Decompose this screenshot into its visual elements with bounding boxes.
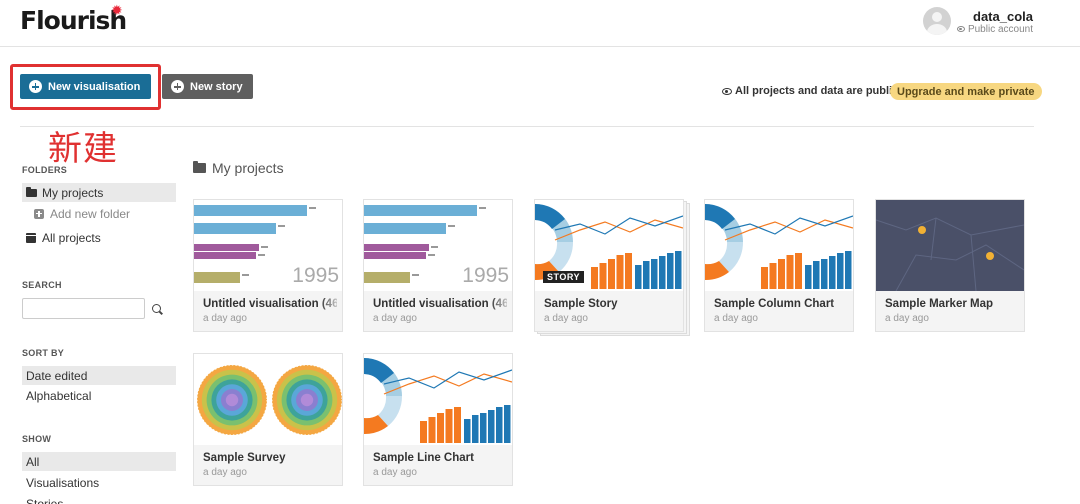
year-label: 1995 [292, 264, 339, 287]
add-new-folder-button[interactable]: Add new folder [22, 204, 176, 223]
public-note: All projects and data are public [722, 85, 898, 97]
new-visualisation-label: New visualisation [48, 80, 141, 93]
year-label: 1995 [462, 264, 509, 287]
folder-icon [193, 161, 206, 173]
project-title: Sample Column Chart [714, 298, 835, 310]
project-thumbnail [876, 200, 1024, 291]
project-edited-time: a day ago [203, 467, 247, 478]
project-thumbnail [364, 354, 512, 445]
eye-icon [722, 87, 732, 95]
account-type: Public account [956, 24, 1033, 35]
title-fade [661, 296, 683, 314]
project-edited-time: a day ago [373, 467, 417, 478]
divider [20, 126, 1034, 127]
project-title: Sample Story [544, 298, 618, 310]
title-fade [320, 296, 342, 314]
project-card[interactable]: Sample Column Chart a day ago [704, 199, 854, 332]
project-card[interactable]: Sample Line Chart a day ago [363, 353, 513, 486]
new-story-label: New story [190, 80, 243, 93]
title-fade [1002, 296, 1024, 314]
project-edited-time: a day ago [714, 313, 758, 324]
sidebar-item-my-projects[interactable]: My projects [22, 183, 176, 202]
sidebar-item-label: All projects [42, 230, 101, 245]
story-badge: STORY [543, 271, 585, 283]
project-card[interactable]: STORY Sample Story a day ago [534, 199, 684, 332]
sidebar-item-label: My projects [42, 185, 104, 200]
upgrade-button[interactable]: Upgrade and make private [890, 83, 1042, 100]
title-fade [831, 296, 853, 314]
top-header: Flourish ✹ data_cola Public account [0, 0, 1080, 47]
project-thumbnail: 1995 [194, 200, 342, 291]
search-input[interactable] [22, 298, 145, 319]
plus-circle-icon [171, 80, 184, 93]
sort-option-date-edited[interactable]: Date edited [22, 366, 176, 385]
project-card[interactable]: 1995 Untitled visualisation (46 a day ago [363, 199, 513, 332]
folders-heading: FOLDERS [22, 165, 68, 175]
show-option-visualisations[interactable]: Visualisations [22, 473, 176, 492]
show-option-stories[interactable]: Stories [22, 494, 176, 504]
project-card[interactable]: Sample Survey a day ago [193, 353, 343, 486]
project-thumbnail: 1995 [364, 200, 512, 291]
annotation-text: 新建 [48, 129, 118, 169]
search-heading: SEARCH [22, 280, 62, 290]
logo-star-icon: ✹ [111, 2, 123, 18]
project-title: Sample Survey [203, 452, 286, 464]
new-visualisation-button[interactable]: New visualisation [20, 74, 151, 99]
project-card[interactable]: Sample Marker Map a day ago [875, 199, 1025, 332]
sidebar-item-all-projects[interactable]: All projects [22, 228, 176, 247]
title-fade [490, 450, 512, 468]
project-title: Untitled visualisation (46 [203, 298, 337, 310]
show-heading: SHOW [22, 434, 52, 444]
project-thumbnail: STORY [535, 200, 683, 291]
project-edited-time: a day ago [373, 313, 417, 324]
public-note-label: All projects and data are public [735, 85, 899, 97]
title-fade [490, 296, 512, 314]
project-title: Sample Line Chart [373, 452, 474, 464]
project-edited-time: a day ago [885, 313, 929, 324]
search-icon[interactable] [152, 304, 161, 313]
project-edited-time: a day ago [544, 313, 588, 324]
sidebar-item-label: Add new folder [50, 206, 131, 221]
project-card[interactable]: 1995 Untitled visualisation (46 a day ago [193, 199, 343, 332]
project-thumbnail [194, 354, 342, 445]
eye-icon [956, 26, 965, 32]
project-title: Untitled visualisation (46 [373, 298, 507, 310]
project-title: Sample Marker Map [885, 298, 994, 310]
folder-icon [26, 186, 37, 197]
sort-by-heading: SORT BY [22, 348, 65, 358]
project-thumbnail [705, 200, 853, 291]
avatar[interactable] [923, 7, 951, 35]
username[interactable]: data_cola [973, 9, 1033, 24]
account-type-label: Public account [967, 24, 1033, 35]
title-fade [320, 450, 342, 468]
projects-title: My projects [193, 160, 284, 176]
add-folder-icon [34, 208, 44, 219]
new-story-button[interactable]: New story [162, 74, 253, 99]
all-projects-icon [26, 232, 36, 243]
show-option-all[interactable]: All [22, 452, 176, 471]
sort-option-alphabetical[interactable]: Alphabetical [22, 386, 176, 405]
projects-title-label: My projects [212, 160, 284, 176]
plus-circle-icon [29, 80, 42, 93]
project-edited-time: a day ago [203, 313, 247, 324]
